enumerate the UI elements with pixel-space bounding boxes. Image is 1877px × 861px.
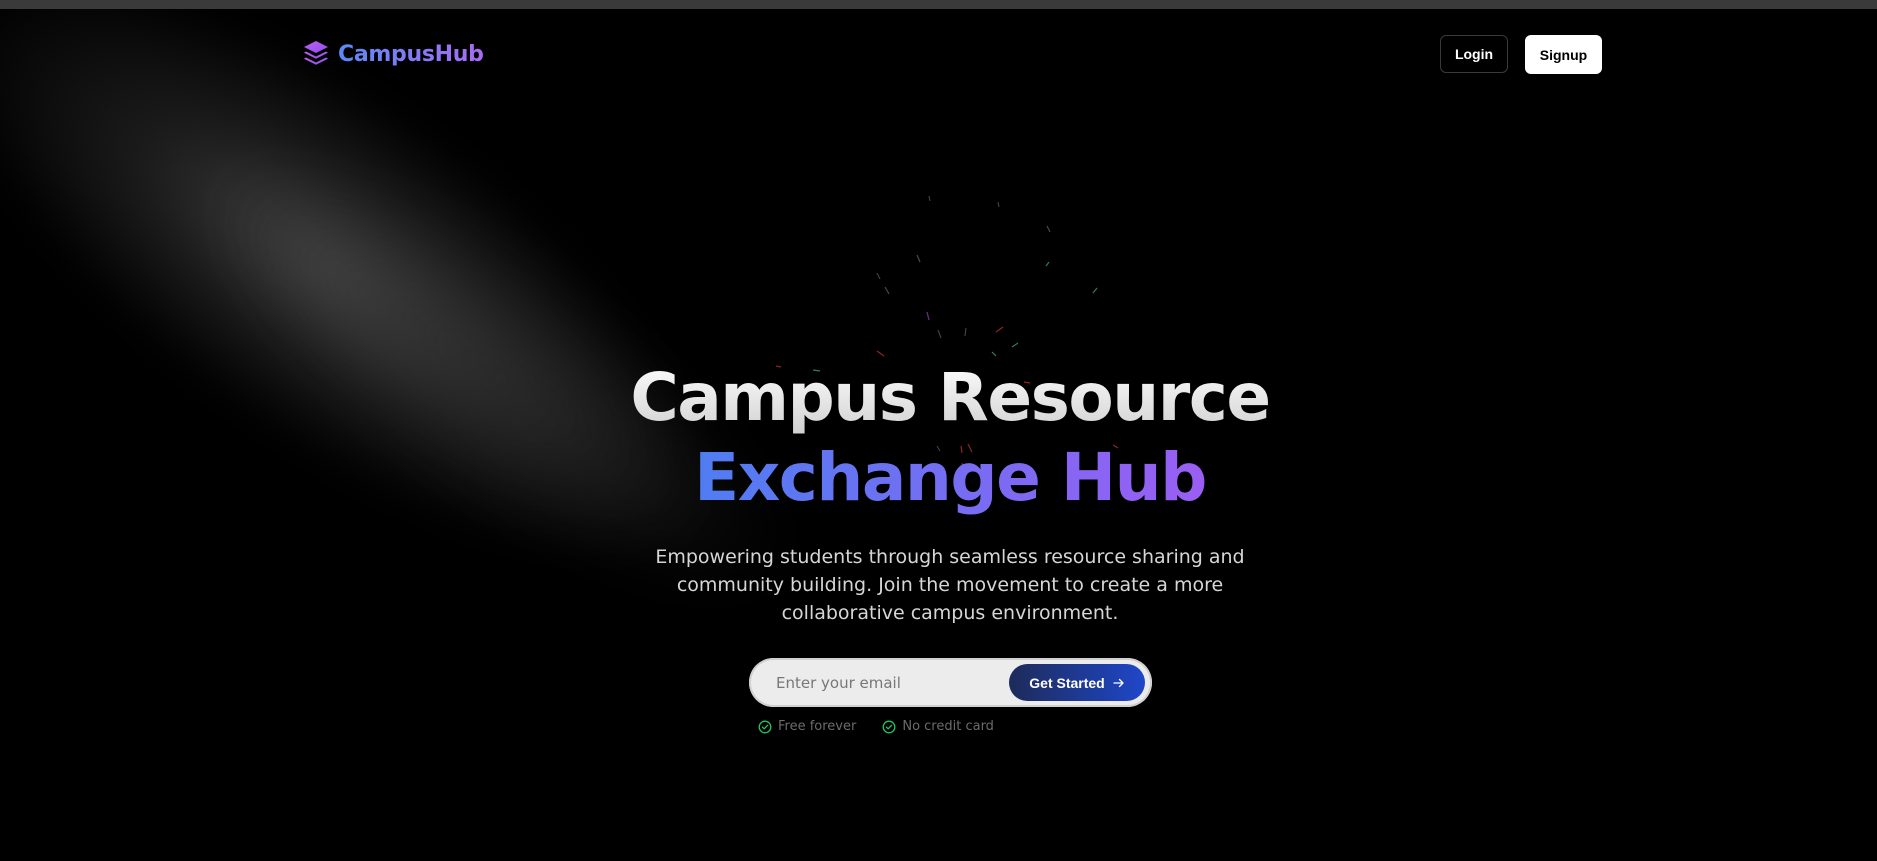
- browser-top-strip: [0, 0, 1877, 9]
- hero-title-line1: Campus Resource: [0, 358, 1877, 438]
- perks-list: Free forever No credit card: [758, 719, 994, 734]
- signup-button[interactable]: Signup: [1525, 35, 1602, 74]
- perk-label: Free forever: [778, 719, 857, 734]
- stacked-layers-icon: [304, 41, 328, 65]
- perk-label: No credit card: [902, 719, 994, 734]
- email-signup-form: Get Started: [749, 658, 1152, 707]
- brand-name: CampusHub: [338, 41, 484, 67]
- check-circle-icon: [758, 720, 772, 733]
- hero-title: Campus Resource Exchange Hub: [0, 358, 1877, 518]
- email-input[interactable]: [774, 672, 998, 693]
- hero-title-line2: Exchange Hub: [694, 439, 1207, 516]
- get-started-button[interactable]: Get Started: [1009, 664, 1145, 701]
- arrow-right-icon: [1113, 678, 1124, 687]
- brand-logo[interactable]: CampusHub: [302, 39, 484, 69]
- perk-item: No credit card: [882, 719, 994, 734]
- hero-subtitle: Empowering students through seamless res…: [655, 546, 1245, 624]
- check-circle-icon: [882, 720, 896, 733]
- login-button[interactable]: Login: [1440, 35, 1508, 73]
- get-started-label: Get Started: [1029, 674, 1105, 691]
- site-header: CampusHub Login Signup: [0, 9, 1877, 99]
- perk-item: Free forever: [758, 719, 856, 734]
